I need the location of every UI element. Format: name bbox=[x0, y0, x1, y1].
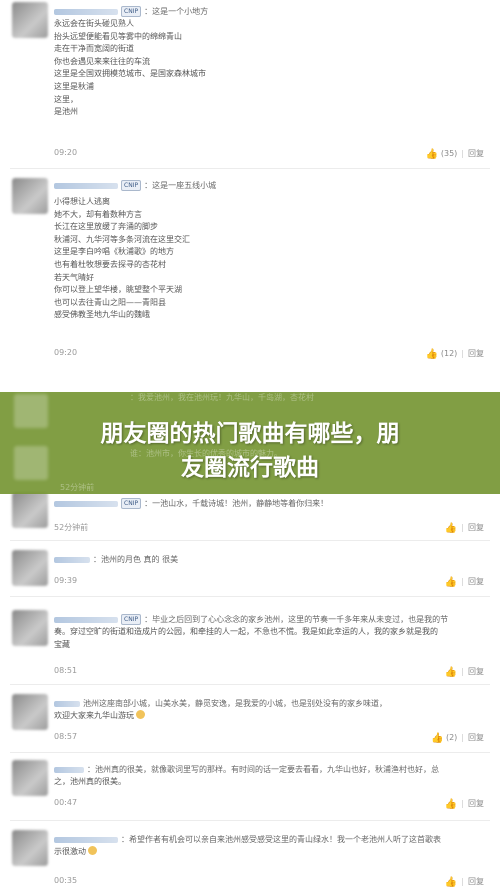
timestamp: 00:47 bbox=[54, 798, 78, 807]
reply-button[interactable]: 回复 bbox=[468, 799, 484, 808]
comment-first-line: ：这是一个小地方 bbox=[144, 7, 209, 16]
username[interactable] bbox=[54, 766, 84, 773]
thumbs-up-icon[interactable]: 👍 bbox=[445, 877, 457, 888]
divider bbox=[10, 540, 490, 541]
reply-button[interactable]: 回复 bbox=[468, 349, 484, 358]
comment-first-line: 池州这座南部小城，山美水美，静觅安逸，是我爱的小城，也是别处没有的家乡味道， bbox=[83, 699, 387, 708]
reply-button[interactable]: 回复 bbox=[468, 523, 484, 532]
comment-header: CNIP ：毕业之后回到了心心念念的家乡池州，这里的节奏一千多年来从未变过，也是我… bbox=[54, 614, 484, 626]
divider bbox=[10, 752, 490, 753]
vip-badge: CNIP bbox=[121, 614, 142, 625]
thumbs-up-icon[interactable]: 👍 bbox=[445, 667, 457, 678]
comment-actions: 👍 | 回复 bbox=[444, 877, 484, 888]
reply-button[interactable]: 回复 bbox=[468, 149, 484, 158]
thumbs-up-icon[interactable]: 👍 bbox=[445, 577, 457, 588]
avatar[interactable] bbox=[12, 178, 48, 214]
timestamp: 00:35 bbox=[54, 876, 78, 885]
comment-actions: 👍 (12) | 回复 bbox=[425, 349, 484, 360]
thumbs-up-icon[interactable]: 👍 bbox=[426, 149, 438, 160]
avatar[interactable] bbox=[12, 760, 48, 796]
comment-first-line: ：池州真的很美，就像歌词里写的那样。有时间的话一定要去看看，九华山也好，秋浦渔村… bbox=[87, 765, 439, 774]
username[interactable] bbox=[54, 182, 118, 189]
like-count[interactable]: (35) bbox=[441, 149, 457, 158]
thumbs-up-icon[interactable]: 👍 bbox=[431, 733, 443, 744]
page-subtitle: 友圈流行歌曲 bbox=[181, 455, 319, 481]
timestamp: 09:39 bbox=[54, 576, 78, 585]
timestamp: 08:57 bbox=[54, 732, 78, 741]
comment-header: 池州这座南部小城，山美水美，静觅安逸，是我爱的小城，也是别处没有的家乡味道， bbox=[54, 698, 484, 710]
comment-header: CNIP ：这是一个小地方 bbox=[54, 6, 484, 18]
comment-actions: 👍 (35) | 回复 bbox=[425, 149, 484, 160]
thumbs-up-icon[interactable]: 👍 bbox=[445, 523, 457, 534]
timestamp: 09:20 bbox=[54, 148, 78, 157]
timestamp: 09:20 bbox=[54, 348, 78, 357]
smile-emoji-icon bbox=[136, 710, 145, 719]
avatar[interactable] bbox=[12, 694, 48, 730]
comment-header: ：希望作者有机会可以亲自来池州感受感受这里的青山绿水！我一个老池州人听了这首歌表 bbox=[54, 834, 484, 846]
thumbs-up-icon[interactable]: 👍 bbox=[426, 349, 438, 360]
like-count[interactable]: (12) bbox=[441, 349, 457, 358]
vip-badge: CNIP bbox=[121, 180, 142, 191]
smile-emoji-icon bbox=[88, 846, 97, 855]
reply-button[interactable]: 回复 bbox=[468, 577, 484, 586]
divider bbox=[10, 820, 490, 821]
comment-text: 示很激动 bbox=[54, 846, 484, 859]
timestamp: 08:51 bbox=[54, 666, 78, 675]
avatar[interactable] bbox=[12, 610, 48, 646]
page-title: 朋友圈的热门歌曲有哪些，朋 bbox=[100, 421, 400, 447]
vip-badge: CNIP bbox=[121, 6, 142, 17]
comment-text: 奏。穿过空旷的街道和造成片的公园，和牵挂的人一起，不急也不慌。我是如此幸运的人，… bbox=[54, 627, 438, 649]
comment-first-line: ：池州的月色 真的 很美 bbox=[93, 555, 179, 564]
divider bbox=[10, 168, 490, 169]
username[interactable] bbox=[54, 556, 90, 563]
username[interactable] bbox=[54, 8, 118, 15]
comment-first-line: ：一池山水，千载诗城！池州，静静地等着你归来！ bbox=[144, 499, 329, 508]
divider bbox=[10, 684, 490, 685]
comment-text: 欢迎大家来九华山游玩 bbox=[54, 710, 484, 723]
comment-header: ：池州真的很美，就像歌词里写的那样。有时间的话一定要去看看，九华山也好，秋浦渔村… bbox=[54, 764, 484, 776]
comment-header: CNIP ：这是一座五线小城 bbox=[54, 180, 484, 192]
comment-actions: 👍 (2) | 回复 bbox=[430, 733, 484, 744]
like-count[interactable]: (2) bbox=[446, 733, 457, 742]
avatar[interactable] bbox=[12, 830, 48, 866]
avatar[interactable] bbox=[12, 492, 48, 528]
comment-text: 之，池州真的很美。 bbox=[54, 777, 126, 786]
comment-actions: 👍 | 回复 bbox=[444, 577, 484, 588]
username[interactable] bbox=[54, 500, 118, 507]
comment-header: ：池州的月色 真的 很美 bbox=[54, 554, 484, 566]
comment-text: 永远会在街头碰见熟人 抬头远望便能看见等雾中的绵绵青山 走在干净而宽阔的街道 你也会遇… bbox=[54, 19, 206, 117]
avatar[interactable] bbox=[12, 2, 48, 38]
username[interactable] bbox=[54, 836, 118, 843]
avatar[interactable] bbox=[12, 550, 48, 586]
overlay-ghost-text: ：我爱池州，我在池州玩！九华山，千岛湖，杏花村 bbox=[130, 393, 314, 402]
reply-button[interactable]: 回复 bbox=[468, 667, 484, 676]
comment-text: 小得想让人逃离 她不大，却有着数种方言 长江在这里放缓了奔涌的脚步 秋浦河、九华河等多… bbox=[54, 197, 190, 320]
comment-first-line: ：毕业之后回到了心心念念的家乡池州，这里的节奏一千多年来从未变过，也是我的节 bbox=[144, 615, 449, 624]
vip-badge: CNIP bbox=[121, 498, 142, 509]
comment-first-line: ：这是一座五线小城 bbox=[144, 181, 217, 190]
comment-actions: 👍 | 回复 bbox=[444, 667, 484, 678]
overlay-ghost-time: 52分钟前 bbox=[60, 483, 95, 492]
reply-button[interactable]: 回复 bbox=[468, 877, 484, 886]
comment-actions: 👍 | 回复 bbox=[444, 799, 484, 810]
thumbs-up-icon[interactable]: 👍 bbox=[445, 799, 457, 810]
username[interactable] bbox=[54, 616, 118, 623]
divider bbox=[10, 596, 490, 597]
comment-first-line: ：希望作者有机会可以亲自来池州感受感受这里的青山绿水！我一个老池州人听了这首歌表 bbox=[121, 835, 441, 844]
reply-button[interactable]: 回复 bbox=[468, 733, 484, 742]
timestamp: 52分钟前 bbox=[54, 523, 89, 532]
comment-actions: 👍 | 回复 bbox=[444, 523, 484, 534]
comment-header: CNIP ：一池山水，千载诗城！池州，静静地等着你归来！ bbox=[54, 498, 484, 510]
username[interactable] bbox=[54, 700, 80, 707]
title-banner: ：我爱池州，我在池州玩！九华山，千岛湖，杏花村 谁：池州市，你生长的优秀的城市的… bbox=[0, 392, 500, 494]
